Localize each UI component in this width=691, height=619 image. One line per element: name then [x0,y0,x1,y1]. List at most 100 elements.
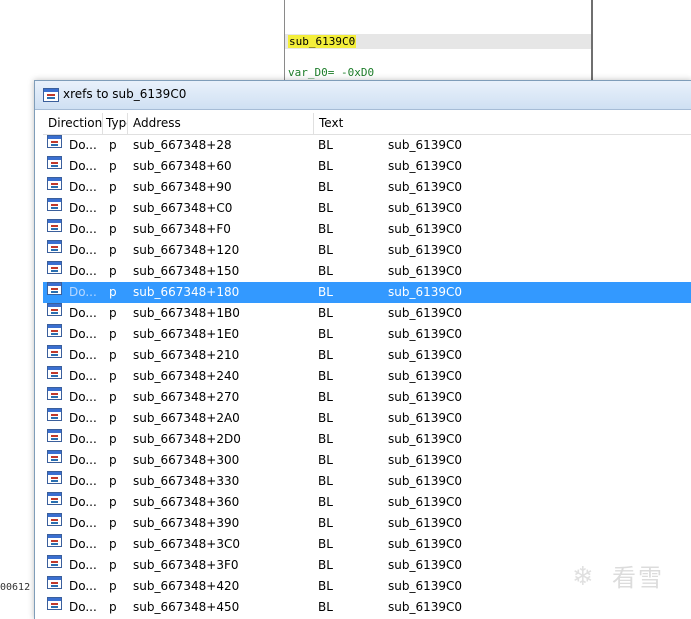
table-row[interactable]: Do... p sub_667348+300 BL sub_6139C0 [43,450,691,471]
type-cell: p [109,306,117,320]
function-name-highlight[interactable]: sub_6139C0 [288,35,357,48]
table-row[interactable]: Do... p sub_667348+120 BL sub_6139C0 [43,240,691,261]
address-cell: sub_667348+28 [133,138,232,152]
type-cell: p [109,180,117,194]
table-row[interactable]: Do... p sub_667348+450 BL sub_6139C0 [43,597,691,618]
direction-cell: Do... [69,348,97,362]
instruction-cell: BL [318,285,333,299]
address-cell: sub_667348+2D0 [133,432,241,446]
instruction-cell: BL [318,348,333,362]
column-header-direction[interactable]: Direction [43,113,103,134]
operand-cell: sub_6139C0 [388,516,463,530]
table-row[interactable]: Do... p sub_667348+150 BL sub_6139C0 [43,261,691,282]
instruction-cell: BL [318,579,333,593]
instruction-cell: BL [318,495,333,509]
table-row[interactable]: Do... p sub_667348+1E0 BL sub_6139C0 [43,324,691,345]
operand-cell: sub_6139C0 [388,432,463,446]
watermark-text: 看雪 [612,564,664,592]
direction-cell: Do... [69,558,97,572]
table-row[interactable]: Do... p sub_667348+240 BL sub_6139C0 [43,366,691,387]
type-cell: p [109,201,117,215]
table-row[interactable]: Do... p sub_667348+180 BL sub_6139C0 [43,282,691,303]
xref-icon [47,324,62,337]
table-row[interactable]: Do... p sub_667348+28 BL sub_6139C0 [43,135,691,156]
table-row[interactable]: Do... p sub_667348+C0 BL sub_6139C0 [43,198,691,219]
column-header-text[interactable]: Text [314,113,691,134]
operand-cell: sub_6139C0 [388,600,463,614]
operand-cell: sub_6139C0 [388,180,463,194]
operand-cell: sub_6139C0 [388,411,463,425]
operand-cell: sub_6139C0 [388,474,463,488]
xref-icon [47,282,62,295]
direction-cell: Do... [69,327,97,341]
table-row[interactable]: Do... p sub_667348+F0 BL sub_6139C0 [43,219,691,240]
instruction-cell: BL [318,264,333,278]
xref-icon [47,261,62,274]
address-cell: sub_667348+360 [133,495,240,509]
xref-icon [47,303,62,316]
table-row[interactable]: Do... p sub_667348+3C0 BL sub_6139C0 [43,534,691,555]
table-row[interactable]: Do... p sub_667348+360 BL sub_6139C0 [43,492,691,513]
column-header-type[interactable]: Type [103,113,128,134]
type-cell: p [109,348,117,362]
operand-cell: sub_6139C0 [388,348,463,362]
table-row[interactable]: Do... p sub_667348+1B0 BL sub_6139C0 [43,303,691,324]
type-cell: p [109,369,117,383]
instruction-cell: BL [318,411,333,425]
table-row[interactable]: Do... p sub_667348+60 BL sub_6139C0 [43,156,691,177]
operand-cell: sub_6139C0 [388,390,463,404]
operand-cell: sub_6139C0 [388,159,463,173]
xref-icon [47,366,62,379]
operand-cell: sub_6139C0 [388,453,463,467]
table-row[interactable]: Do... p sub_667348+2D0 BL sub_6139C0 [43,429,691,450]
address-cell: sub_667348+150 [133,264,240,278]
type-cell: p [109,537,117,551]
address-cell: sub_667348+180 [133,285,240,299]
xref-icon [47,492,62,505]
operand-cell: sub_6139C0 [388,537,463,551]
table-row[interactable]: Do... p sub_667348+390 BL sub_6139C0 [43,513,691,534]
address-cell: sub_667348+300 [133,453,240,467]
direction-cell: Do... [69,453,97,467]
column-header-address[interactable]: Address [128,113,314,134]
table-row[interactable]: Do... p sub_667348+210 BL sub_6139C0 [43,345,691,366]
snowflake-icon: ❄ [572,562,594,592]
direction-cell: Do... [69,600,97,614]
title-bar[interactable]: xrefs to sub_6139C0 [35,81,691,110]
address-cell: sub_667348+120 [133,243,240,257]
direction-cell: Do... [69,201,97,215]
direction-cell: Do... [69,285,97,299]
xref-window-icon [43,88,59,102]
address-cell: sub_667348+2A0 [133,411,240,425]
table-row[interactable]: Do... p sub_667348+330 BL sub_6139C0 [43,471,691,492]
instruction-cell: BL [318,222,333,236]
direction-cell: Do... [69,474,97,488]
type-cell: p [109,264,117,278]
type-cell: p [109,411,117,425]
xref-icon [47,555,62,568]
address-cell: sub_667348+210 [133,348,240,362]
operand-cell: sub_6139C0 [388,201,463,215]
xref-icon [47,135,62,148]
address-cell: sub_667348+330 [133,474,240,488]
direction-cell: Do... [69,264,97,278]
direction-cell: Do... [69,138,97,152]
instruction-cell: BL [318,159,333,173]
xref-icon [47,345,62,358]
direction-cell: Do... [69,516,97,530]
status-address: 00612 [0,582,31,593]
type-cell: p [109,222,117,236]
xref-icon [47,471,62,484]
table-row[interactable]: Do... p sub_667348+2A0 BL sub_6139C0 [43,408,691,429]
operand-cell: sub_6139C0 [388,495,463,509]
table-row[interactable]: Do... p sub_667348+270 BL sub_6139C0 [43,387,691,408]
operand-cell: sub_6139C0 [388,369,463,383]
xref-icon [47,177,62,190]
column-header-row: Direction Type Address Text [43,113,691,135]
type-cell: p [109,390,117,404]
xref-icon [47,219,62,232]
direction-cell: Do... [69,159,97,173]
table-row[interactable]: Do... p sub_667348+90 BL sub_6139C0 [43,177,691,198]
instruction-cell: BL [318,558,333,572]
operand-cell: sub_6139C0 [388,306,463,320]
